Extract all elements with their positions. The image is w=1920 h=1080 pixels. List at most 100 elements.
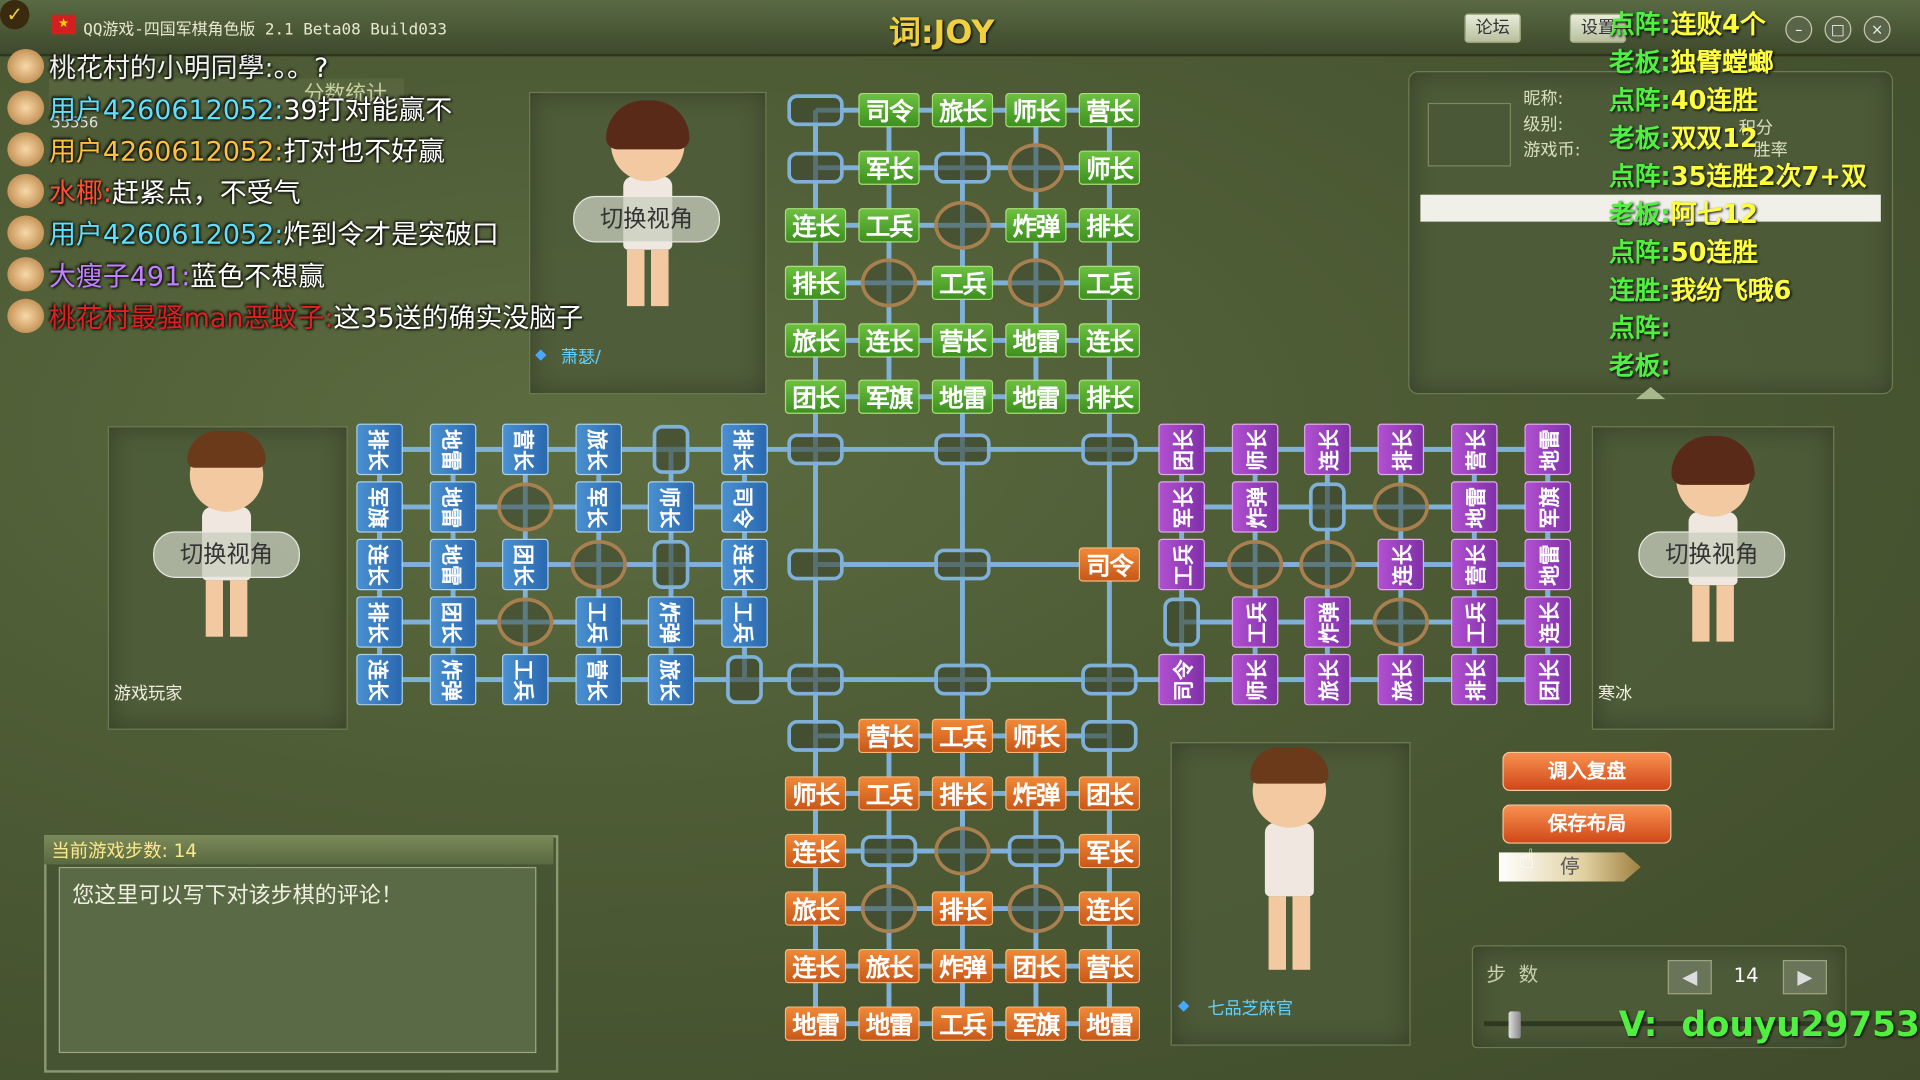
piece-purple[interactable]: 排长 [1377, 423, 1425, 476]
piece-green[interactable]: 连长 [784, 208, 847, 243]
piece-blue[interactable]: 炸弹 [647, 596, 695, 648]
chat-username[interactable]: 桃花村的小明同學: [49, 54, 274, 85]
piece-purple[interactable]: 地雷 [1524, 423, 1572, 476]
piece-purple[interactable]: 工兵 [1158, 538, 1205, 591]
station-cell[interactable] [787, 433, 844, 466]
piece-purple[interactable]: 营长 [1451, 423, 1498, 476]
piece-purple[interactable]: 连长 [1304, 423, 1351, 476]
piece-blue[interactable]: 司令 [721, 481, 768, 533]
piece-orange[interactable]: 旅长 [858, 948, 920, 984]
piece-blue[interactable]: 军旗 [356, 481, 403, 533]
piece-blue[interactable]: 工兵 [575, 596, 623, 648]
piece-purple[interactable]: 连长 [1377, 538, 1425, 591]
station-cell[interactable] [787, 548, 844, 581]
station-cell[interactable] [860, 835, 918, 867]
station-cell[interactable] [652, 540, 690, 589]
piece-orange[interactable]: 地雷 [784, 1006, 847, 1041]
piece-purple[interactable]: 炸弹 [1304, 596, 1351, 648]
piece-purple[interactable]: 地雷 [1451, 481, 1498, 533]
station-cell[interactable] [1081, 720, 1138, 752]
station-cell[interactable] [934, 433, 991, 466]
chat-username[interactable]: 用户4260612052: [49, 220, 283, 251]
station-cell[interactable] [652, 424, 690, 474]
piece-green[interactable]: 旅长 [931, 93, 994, 128]
camp-cell[interactable] [1226, 540, 1284, 589]
step-slider-thumb[interactable] [1508, 1011, 1521, 1039]
station-cell[interactable] [1081, 663, 1138, 696]
piece-blue[interactable]: 排长 [721, 423, 768, 476]
piece-purple[interactable]: 师长 [1231, 653, 1279, 706]
piece-purple[interactable]: 团长 [1524, 653, 1572, 706]
piece-green[interactable]: 地雷 [1005, 323, 1067, 358]
piece-purple[interactable]: 地雷 [1524, 538, 1572, 591]
piece-green[interactable]: 营长 [931, 323, 994, 358]
station-cell[interactable] [787, 151, 844, 184]
piece-purple[interactable]: 工兵 [1451, 596, 1498, 648]
station-cell[interactable] [787, 94, 844, 127]
piece-green[interactable]: 师长 [1078, 150, 1141, 185]
piece-blue[interactable]: 地雷 [429, 538, 477, 591]
camp-cell[interactable] [570, 540, 627, 589]
piece-orange[interactable]: 工兵 [931, 718, 994, 754]
piece-orange[interactable]: 团长 [1005, 948, 1067, 984]
piece-blue[interactable]: 师长 [647, 481, 695, 533]
piece-green[interactable]: 工兵 [931, 265, 994, 301]
piece-orange[interactable]: 营长 [858, 718, 920, 754]
station-cell[interactable] [934, 663, 991, 696]
piece-orange[interactable]: 师长 [1005, 718, 1067, 754]
camp-cell[interactable] [1372, 482, 1429, 532]
station-cell[interactable] [787, 663, 844, 696]
piece-blue[interactable]: 连长 [356, 653, 403, 706]
piece-purple[interactable]: 旅长 [1304, 653, 1351, 706]
piece-orange[interactable]: 工兵 [858, 776, 920, 811]
piece-blue[interactable]: 工兵 [502, 653, 549, 706]
piece-blue[interactable]: 旅长 [575, 423, 623, 476]
piece-orange[interactable]: 旅长 [784, 891, 847, 926]
comment-textarea[interactable]: 您这里可以写下对该步棋的评论！ [58, 866, 537, 1054]
piece-green[interactable]: 排长 [1078, 379, 1141, 414]
piece-purple[interactable]: 军旗 [1524, 481, 1572, 533]
chat-username[interactable]: 用户4260612052: [49, 96, 283, 127]
camp-cell[interactable] [934, 200, 991, 250]
piece-orange[interactable]: 排长 [931, 891, 994, 926]
station-cell[interactable] [1081, 433, 1138, 466]
piece-orange[interactable]: 连长 [784, 948, 847, 984]
piece-blue[interactable]: 军长 [575, 481, 623, 533]
piece-blue[interactable]: 营长 [575, 653, 623, 706]
station-cell[interactable] [1007, 835, 1065, 867]
piece-purple[interactable]: 旅长 [1377, 653, 1425, 706]
piece-orange[interactable]: 炸弹 [1005, 776, 1067, 811]
piece-green[interactable]: 军长 [858, 150, 920, 185]
piece-blue[interactable]: 团长 [502, 538, 549, 591]
piece-purple[interactable]: 工兵 [1231, 596, 1279, 648]
piece-purple[interactable]: 司令 [1158, 653, 1205, 706]
moved-piece[interactable]: 司令 [1078, 547, 1141, 582]
piece-blue[interactable]: 连长 [356, 538, 403, 591]
camp-cell[interactable] [497, 482, 554, 532]
piece-green[interactable]: 地雷 [931, 379, 994, 414]
piece-green[interactable]: 排长 [784, 265, 847, 301]
piece-orange[interactable]: 连长 [784, 833, 847, 869]
station-cell[interactable] [1163, 597, 1201, 647]
station-cell[interactable] [787, 720, 844, 752]
piece-purple[interactable]: 营长 [1451, 538, 1498, 591]
piece-orange[interactable]: 炸弹 [931, 948, 994, 984]
piece-green[interactable]: 团长 [784, 379, 847, 414]
chat-username[interactable]: 水椰: [49, 179, 112, 210]
piece-purple[interactable]: 师长 [1231, 423, 1279, 476]
save-layout-button[interactable]: 保存布局 [1502, 804, 1672, 844]
piece-blue[interactable]: 旅长 [647, 653, 695, 706]
piece-orange[interactable]: 连长 [1078, 891, 1141, 926]
camp-cell[interactable] [860, 884, 918, 934]
piece-blue[interactable]: 团长 [429, 596, 477, 648]
prev-step-icon[interactable]: ◀ [1667, 960, 1712, 995]
piece-purple[interactable]: 炸弹 [1231, 481, 1279, 533]
next-step-icon[interactable]: ▶ [1782, 960, 1827, 995]
load-replay-button[interactable]: 调入复盘 [1502, 751, 1672, 792]
camp-cell[interactable] [497, 597, 554, 647]
piece-green[interactable]: 师长 [1005, 93, 1067, 128]
camp-cell[interactable] [1007, 143, 1065, 193]
piece-purple[interactable]: 军长 [1158, 481, 1205, 533]
station-cell[interactable] [726, 655, 763, 705]
piece-blue[interactable]: 地雷 [429, 423, 477, 476]
